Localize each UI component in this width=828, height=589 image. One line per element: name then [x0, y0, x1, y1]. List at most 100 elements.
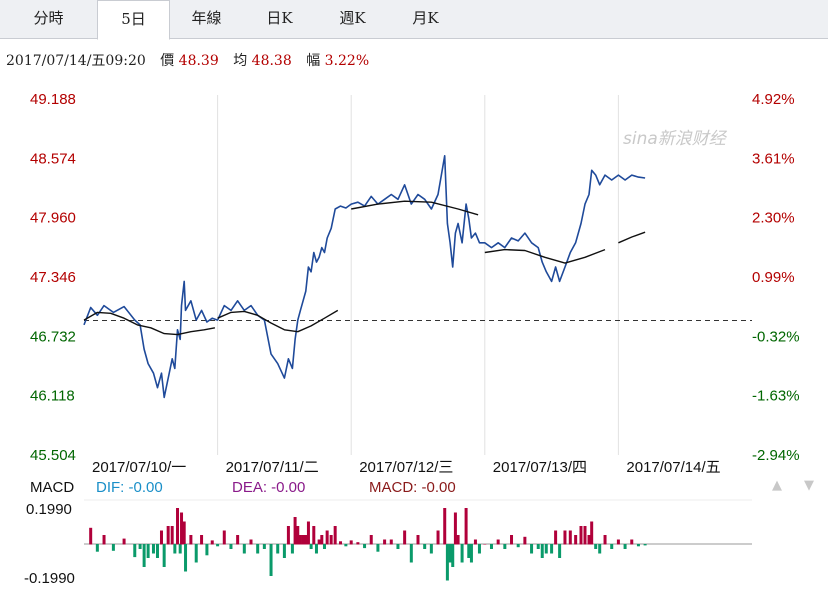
- y-tick-label: 47.960: [30, 210, 76, 227]
- macd-bar: [356, 542, 360, 545]
- macd-bar: [236, 535, 240, 545]
- pct-tick-label: 4.92%: [752, 91, 795, 108]
- macd-bar: [301, 535, 305, 545]
- macd-bar: [200, 535, 204, 545]
- macd-bar: [344, 544, 348, 547]
- macd-bar: [623, 544, 627, 549]
- macd-bar: [133, 544, 137, 558]
- macd-bar: [403, 530, 407, 545]
- macd-bar: [456, 535, 460, 545]
- macd-bar: [262, 544, 266, 549]
- y-tick-label: 48.574: [30, 150, 76, 167]
- macd-bar: [483, 544, 487, 545]
- macd-bar: [296, 526, 300, 545]
- macd-bar: [436, 530, 440, 545]
- macd-bar: [180, 512, 184, 545]
- macd-bar: [166, 526, 170, 545]
- macd-bar: [298, 535, 302, 545]
- price-line: [83, 155, 646, 399]
- macd-bar: [333, 526, 337, 545]
- macd-bar: [594, 544, 598, 549]
- macd-bar: [550, 544, 554, 554]
- macd-bar: [643, 544, 647, 546]
- macd-bar: [286, 526, 290, 545]
- pct-tick-label: -2.94%: [752, 447, 800, 464]
- scroll-down-icon[interactable]: ▼: [804, 478, 814, 493]
- macd-dea-value: DEA: -0.00: [232, 479, 306, 496]
- macd-bar: [155, 544, 159, 558]
- macd-bar: [95, 544, 99, 552]
- macd-bar: [329, 535, 333, 545]
- macd-bar: [322, 544, 326, 549]
- macd-bar: [151, 544, 155, 554]
- macd-macd-value: MACD: -0.00: [369, 479, 456, 496]
- macd-bar: [583, 526, 587, 545]
- macd-bar: [496, 539, 500, 545]
- macd-bar: [173, 544, 177, 554]
- macd-bar: [451, 544, 455, 567]
- macd-bar: [159, 530, 163, 545]
- y-tick-label: 47.346: [30, 269, 76, 286]
- macd-bar: [467, 544, 471, 558]
- macd-bar: [579, 526, 583, 545]
- macd-bar: [325, 530, 329, 545]
- macd-bar: [409, 544, 413, 563]
- macd-bar: [282, 544, 286, 558]
- macd-bar: [587, 535, 591, 545]
- macd-bar: [376, 544, 380, 552]
- macd-bar: [636, 544, 640, 547]
- macd-dif-value: DIF: -0.00: [96, 479, 163, 496]
- macd-bar: [443, 508, 447, 545]
- macd-bar: [363, 544, 367, 549]
- macd-ymax-label: 0.1990: [26, 501, 72, 518]
- price-chart: 49.188 4.92% 48.574 3.61% 47.960 2.30% 47.346 0…: [24, 91, 800, 587]
- macd-bar: [369, 535, 373, 545]
- macd-bar: [574, 535, 578, 545]
- pct-tick-label: 0.99%: [752, 269, 795, 286]
- macd-bar: [590, 521, 594, 545]
- macd-title: MACD: [30, 479, 75, 496]
- macd-bar: [304, 535, 308, 545]
- macd-bar: [610, 544, 614, 549]
- macd-bar: [603, 535, 607, 545]
- macd-bar: [530, 544, 534, 554]
- macd-bar: [146, 544, 150, 558]
- macd-bar: [503, 544, 507, 549]
- scroll-up-icon[interactable]: ▲: [772, 478, 782, 493]
- macd-bar: [306, 521, 310, 545]
- macd-bar: [216, 544, 220, 547]
- avg-line: [217, 309, 339, 333]
- macd-bar: [320, 535, 324, 545]
- macd-bar: [205, 544, 209, 556]
- macd-bar: [222, 530, 226, 545]
- y-tick-label: 45.504: [30, 447, 76, 464]
- date-label: 2017/07/14/五: [626, 459, 720, 476]
- macd-bar: [194, 544, 198, 563]
- macd-bar: [536, 544, 540, 549]
- pct-tick-label: -1.63%: [752, 388, 800, 405]
- macd-bar: [189, 535, 193, 545]
- avg-line: [351, 200, 479, 216]
- macd-bar: [309, 544, 313, 549]
- macd-bar: [242, 544, 246, 554]
- macd-bar: [554, 530, 558, 545]
- y-tick-label: 46.118: [30, 388, 75, 405]
- macd-bar: [445, 544, 449, 581]
- macd-bar: [317, 539, 321, 545]
- macd-bar: [89, 527, 93, 545]
- macd-bar: [293, 517, 297, 545]
- macd-bar: [229, 544, 233, 549]
- macd-bar: [162, 544, 166, 567]
- macd-bar: [276, 544, 280, 554]
- macd-bar: [453, 512, 457, 545]
- macd-bar: [122, 538, 126, 545]
- macd-bar: [339, 541, 343, 545]
- macd-bar: [568, 530, 572, 545]
- macd-bar: [349, 540, 353, 545]
- macd-bar: [523, 536, 527, 545]
- macd-bar: [544, 544, 548, 554]
- macd-bar: [460, 544, 464, 563]
- macd-bar: [269, 544, 273, 576]
- macd-bar: [598, 544, 602, 554]
- macd-bar: [448, 544, 452, 563]
